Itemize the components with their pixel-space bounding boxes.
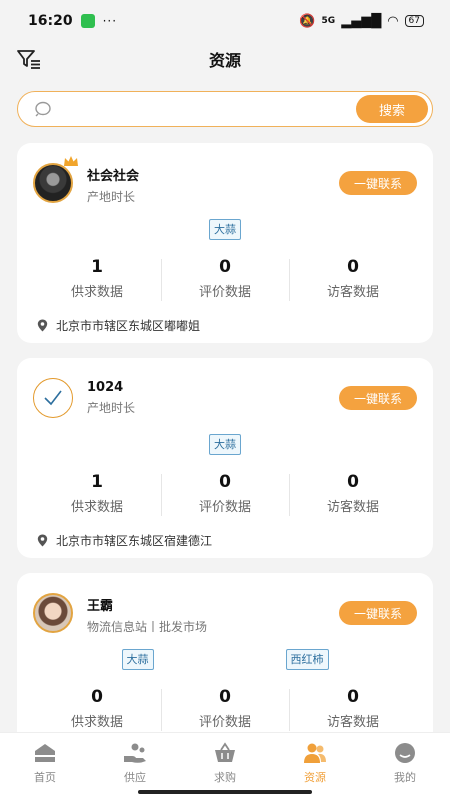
location-pin-icon <box>37 319 48 332</box>
battery-icon: 67 <box>404 15 424 27</box>
tab-label: 我的 <box>394 771 416 784</box>
search-bar: 搜索 <box>17 91 433 127</box>
resources-icon <box>304 743 326 763</box>
stat-reviews: 0 评价数据 <box>161 257 289 305</box>
stat-visitors: 0 访客数据 <box>289 687 417 735</box>
basket-icon <box>215 742 235 762</box>
stat-label: 供求数据 <box>70 715 123 730</box>
status-more-icon: ··· <box>102 14 118 28</box>
stat-reviews: 0 评价数据 <box>161 687 289 735</box>
avatar <box>33 156 78 203</box>
product-tag: 西红柿 <box>285 649 329 670</box>
stat-label: 评价数据 <box>198 715 251 730</box>
tab-label: 求购 <box>214 771 236 784</box>
avatar <box>33 378 73 418</box>
stat-label: 访客数据 <box>326 500 379 515</box>
tab-label: 供应 <box>124 771 146 784</box>
stat-value: 0 <box>347 257 359 277</box>
stat-label: 评价数据 <box>198 285 251 300</box>
contact-button[interactable]: 一键联系 <box>339 601 417 625</box>
stat-value: 0 <box>91 687 103 707</box>
address-text: 北京市市辖区东城区宿建德江 <box>56 534 213 548</box>
stat-supply: 0 供求数据 <box>33 687 161 735</box>
product-tag: 大蒜 <box>209 219 241 240</box>
stat-reviews: 0 评价数据 <box>161 472 289 520</box>
resource-card[interactable]: 1024 产地时长 一键联系 大蒜 1 供求数据 0 评价数据 0 访客数据 北… <box>17 358 433 558</box>
supply-icon <box>124 743 146 763</box>
stat-value: 0 <box>219 472 231 492</box>
stat-label: 供求数据 <box>70 285 123 300</box>
network-label: 5G <box>321 16 336 26</box>
check-icon <box>44 390 62 406</box>
stat-label: 访客数据 <box>326 715 379 730</box>
address-text: 北京市市辖区东城区嘟嘟姐 <box>56 319 201 333</box>
home-icon <box>35 744 55 762</box>
wechat-icon <box>80 14 95 28</box>
search-icon <box>35 101 51 117</box>
status-time: 16:20 <box>28 13 73 29</box>
stat-supply: 1 供求数据 <box>33 472 161 520</box>
wifi-icon: ◠ <box>387 13 399 29</box>
stat-label: 访客数据 <box>326 285 379 300</box>
tab-label: 资源 <box>304 771 326 784</box>
stat-value: 0 <box>219 687 231 707</box>
stat-value: 1 <box>91 257 103 277</box>
product-tag: 大蒜 <box>121 649 154 670</box>
profile-icon <box>395 743 415 763</box>
stat-value: 0 <box>219 257 231 277</box>
location-pin-icon <box>37 534 48 547</box>
stat-supply: 1 供求数据 <box>33 257 161 305</box>
resource-card[interactable]: 社会社会 产地时长 一键联系 大蒜 1 供求数据 0 评价数据 0 访客数据 北… <box>17 143 433 343</box>
search-input[interactable] <box>54 92 356 126</box>
address: 北京市市辖区东城区嘟嘟姐 <box>33 317 417 334</box>
product-tag: 大蒜 <box>209 434 241 455</box>
avatar <box>33 593 73 633</box>
status-bar: 16:20 ··· 🔕 5G ▂▄▆█ ◠ 67 <box>0 0 450 42</box>
tab-home[interactable]: 首页 <box>0 733 90 800</box>
contact-button[interactable]: 一键联系 <box>339 386 417 410</box>
crown-icon <box>64 156 78 166</box>
resource-list: 社会社会 产地时长 一键联系 大蒜 1 供求数据 0 评价数据 0 访客数据 北… <box>17 143 433 788</box>
contact-button[interactable]: 一键联系 <box>339 171 417 195</box>
tab-profile[interactable]: 我的 <box>360 733 450 800</box>
stat-value: 0 <box>347 687 359 707</box>
mute-icon: 🔕 <box>299 13 316 29</box>
address: 北京市市辖区东城区宿建德江 <box>33 532 417 549</box>
header: 资源 <box>0 42 450 76</box>
search-button[interactable]: 搜索 <box>356 95 428 123</box>
stat-value: 1 <box>91 472 103 492</box>
stat-visitors: 0 访客数据 <box>289 472 417 520</box>
page-title: 资源 <box>208 51 241 70</box>
stat-visitors: 0 访客数据 <box>289 257 417 305</box>
tab-label: 首页 <box>34 771 56 784</box>
stat-value: 0 <box>347 472 359 492</box>
stat-label: 评价数据 <box>198 500 251 515</box>
stat-label: 供求数据 <box>70 500 123 515</box>
signal-icon: ▂▄▆█ <box>341 13 382 29</box>
home-indicator[interactable] <box>138 790 312 794</box>
filter-icon[interactable] <box>16 48 42 70</box>
